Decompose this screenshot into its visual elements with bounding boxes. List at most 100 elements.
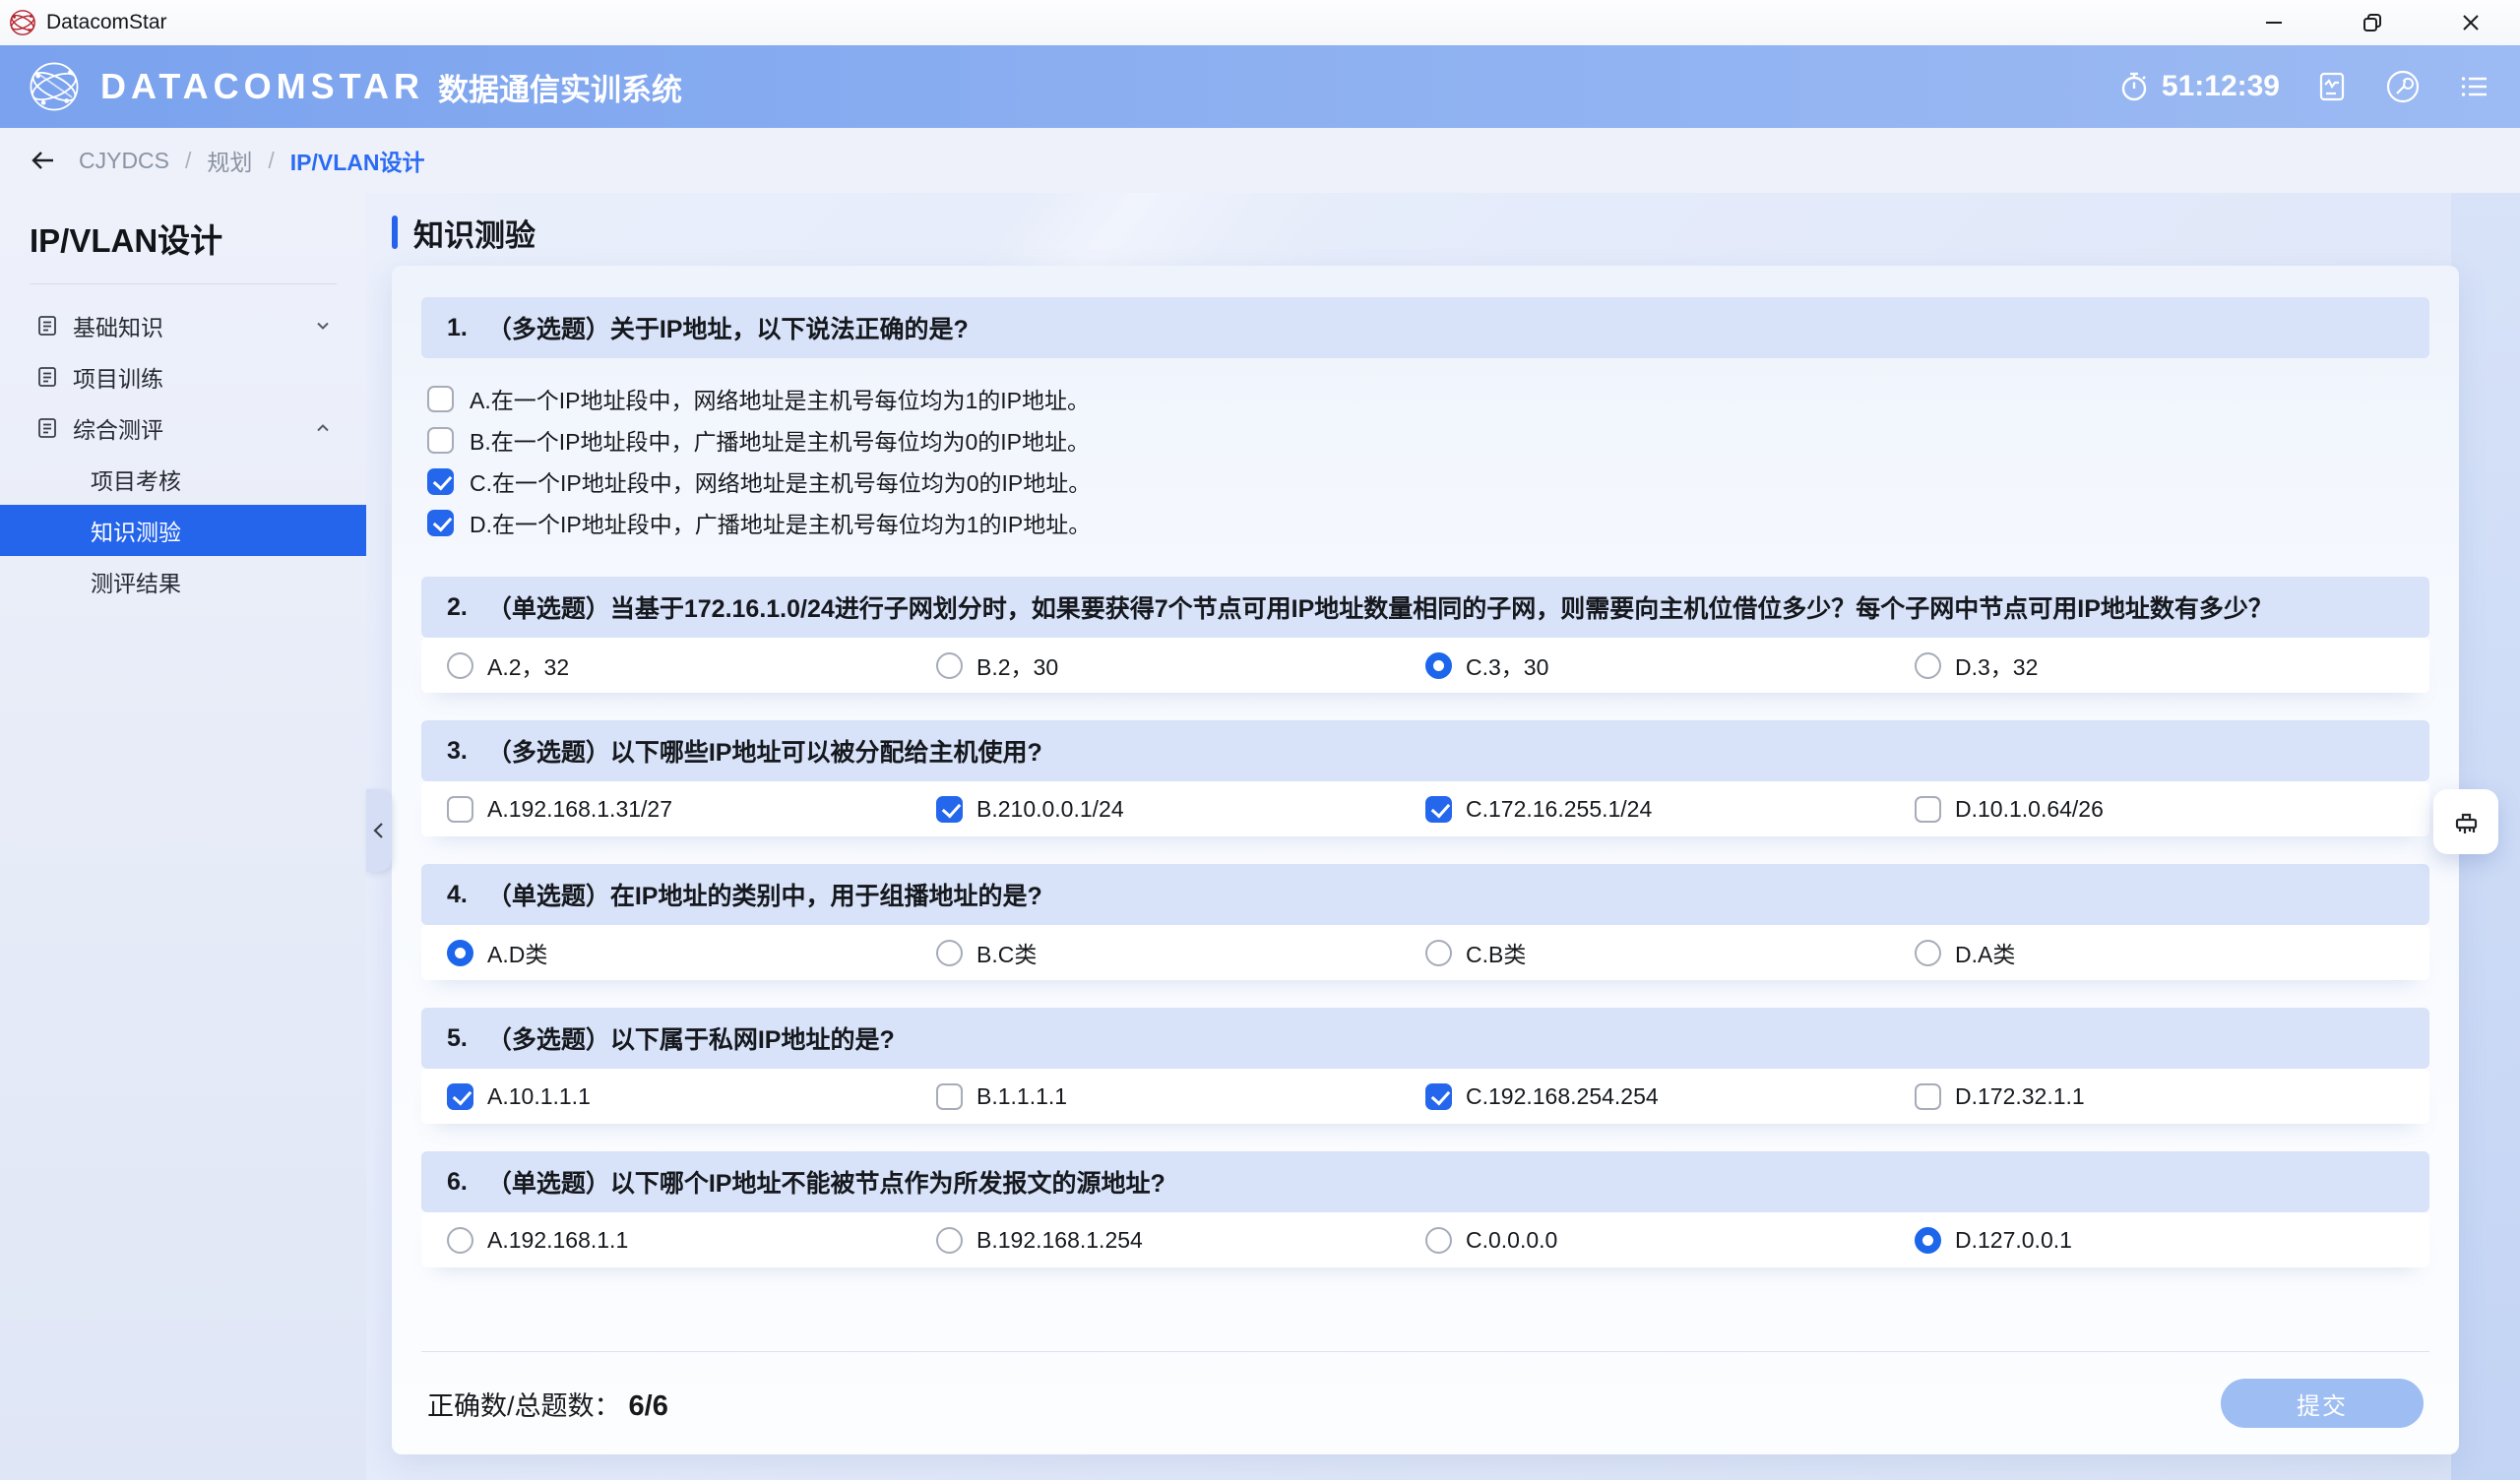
minimize-button[interactable]: [2225, 0, 2323, 45]
quiz-option[interactable]: C.0.0.0.0: [1425, 1227, 1915, 1254]
sidebar-item-label: 基础知识: [73, 309, 163, 342]
checkbox-checked-icon[interactable]: [427, 510, 454, 536]
quiz-option[interactable]: D.10.1.0.64/26: [1915, 796, 2404, 823]
option-list: A.192.168.1.1B.192.168.1.254 C.0.0.0.0 D.1…: [421, 1212, 2429, 1267]
radio-checked-icon[interactable]: [1915, 1227, 1941, 1254]
radio-checked-icon[interactable]: [1425, 652, 1452, 679]
question-list: 1.（多选题）关于IP地址，以下说法正确的是?A.在一个IP地址段中，网络地址是…: [421, 297, 2429, 1295]
window-title: DatacomStar: [46, 11, 167, 34]
question-block: 6.（单选题）以下哪个IP地址不能被节点作为所发报文的源地址?A.192.168…: [421, 1151, 2429, 1267]
radio-icon[interactable]: [936, 940, 963, 966]
checkbox-icon[interactable]: [1915, 1083, 1941, 1110]
content-area: 知识测验 1.（多选题）关于IP地址，以下说法正确的是?A.在一个IP地址段中，…: [366, 193, 2520, 1480]
sidebar-collapse-handle[interactable]: [366, 789, 392, 872]
option-label: D.在一个IP地址段中，广播地址是主机号每位均为1的IP地址。: [470, 506, 1091, 539]
submit-button[interactable]: 提交: [2221, 1379, 2424, 1428]
sidebar-item-label: 知识测验: [91, 514, 181, 547]
question-number: 4.: [447, 881, 468, 909]
quiz-option[interactable]: A.2，32: [447, 648, 936, 682]
quiz-option[interactable]: D.A类: [1915, 936, 2404, 969]
quiz-option[interactable]: A.192.168.1.1: [447, 1227, 936, 1254]
tools-button[interactable]: [2384, 68, 2422, 105]
sidebar-item-label: 综合测评: [73, 411, 163, 445]
quiz-option[interactable]: B.192.168.1.254: [936, 1227, 1425, 1254]
clear-answers-button[interactable]: [2433, 789, 2498, 854]
option-list: A.在一个IP地址段中，网络地址是主机号每位均为1的IP地址。 B.在一个IP地址…: [421, 358, 2429, 549]
report-button[interactable]: [2315, 70, 2349, 103]
option-list: A.2，32B.2，30C.3，30D.3，32: [421, 638, 2429, 693]
back-button[interactable]: [30, 147, 57, 174]
radio-icon[interactable]: [1425, 1227, 1452, 1254]
checkbox-checked-icon[interactable]: [1425, 1083, 1452, 1110]
radio-icon[interactable]: [447, 652, 473, 679]
minimize-icon: [2263, 12, 2285, 33]
quiz-option[interactable]: C.B类: [1425, 936, 1915, 969]
sidebar-item-assessment-results[interactable]: 测评结果: [0, 556, 366, 607]
checkbox-icon[interactable]: [1915, 796, 1941, 823]
breadcrumb-separator: /: [268, 148, 274, 174]
option-label: A.192.168.1.31/27: [487, 796, 672, 823]
product-name: 数据通信实训系统: [438, 65, 682, 109]
menu-button[interactable]: [2457, 69, 2492, 104]
checkbox-icon[interactable]: [447, 796, 473, 823]
quiz-option[interactable]: A.10.1.1.1: [447, 1083, 936, 1110]
sidebar-item-project-training[interactable]: 项目训练: [0, 351, 366, 402]
close-button[interactable]: [2422, 0, 2520, 45]
breadcrumb-item[interactable]: CJYDCS: [79, 148, 169, 174]
option-label: B.在一个IP地址段中，广播地址是主机号每位均为0的IP地址。: [470, 423, 1090, 457]
question-header: 5.（多选题）以下属于私网IP地址的是?: [421, 1008, 2429, 1069]
breadcrumb-separator: /: [185, 148, 191, 174]
quiz-option[interactable]: A.在一个IP地址段中，网络地址是主机号每位均为1的IP地址。: [427, 378, 2424, 419]
option-label: C.0.0.0.0: [1466, 1227, 1557, 1254]
quiz-option[interactable]: C.3，30: [1425, 648, 1915, 682]
quiz-option[interactable]: A.D类: [447, 936, 936, 969]
sidebar-item-project-exam[interactable]: 项目考核: [0, 454, 366, 505]
quiz-option[interactable]: D.3，32: [1915, 648, 2404, 682]
radio-icon[interactable]: [936, 652, 963, 679]
report-icon: [2315, 70, 2349, 103]
quiz-card: 1.（多选题）关于IP地址，以下说法正确的是?A.在一个IP地址段中，网络地址是…: [392, 266, 2459, 1454]
panel-title-text: 知识测验: [413, 211, 536, 255]
quiz-option[interactable]: B.2，30: [936, 648, 1425, 682]
maximize-button[interactable]: [2323, 0, 2422, 45]
breadcrumb-item[interactable]: 规划: [207, 144, 252, 177]
checkbox-checked-icon[interactable]: [936, 796, 963, 823]
sidebar-item-comprehensive-assessment[interactable]: 综合测评: [0, 402, 366, 454]
radio-icon[interactable]: [1915, 940, 1941, 966]
breadcrumb-item-current[interactable]: IP/VLAN设计: [290, 144, 425, 177]
checkbox-checked-icon[interactable]: [1425, 796, 1452, 823]
stopwatch-icon: [2118, 71, 2150, 102]
option-label: C.B类: [1466, 936, 1526, 969]
question-header: 6.（单选题）以下哪个IP地址不能被节点作为所发报文的源地址?: [421, 1151, 2429, 1212]
sidebar-item-label: 项目考核: [91, 462, 181, 496]
quiz-option[interactable]: B.1.1.1.1: [936, 1083, 1425, 1110]
checkbox-icon[interactable]: [427, 427, 454, 454]
quiz-option[interactable]: D.在一个IP地址段中，广播地址是主机号每位均为1的IP地址。: [427, 502, 2424, 543]
quiz-option[interactable]: D.127.0.0.1: [1915, 1227, 2404, 1254]
quiz-option[interactable]: B.在一个IP地址段中，广播地址是主机号每位均为0的IP地址。: [427, 419, 2424, 461]
radio-checked-icon[interactable]: [447, 940, 473, 966]
checkbox-icon[interactable]: [936, 1083, 963, 1110]
quiz-option[interactable]: C.192.168.254.254: [1425, 1083, 1915, 1110]
score-label: 正确数/总题数：: [427, 1391, 621, 1421]
radio-icon[interactable]: [1425, 940, 1452, 966]
checkbox-checked-icon[interactable]: [427, 468, 454, 495]
quiz-option[interactable]: C.172.16.255.1/24: [1425, 796, 1915, 823]
sidebar-item-basic-knowledge[interactable]: 基础知识: [0, 300, 366, 351]
radio-icon[interactable]: [936, 1227, 963, 1254]
radio-icon[interactable]: [1915, 652, 1941, 679]
sidebar-item-knowledge-quiz[interactable]: 知识测验: [0, 505, 366, 556]
menu-list-icon: [2457, 69, 2492, 104]
option-list: A.10.1.1.1B.1.1.1.1C.192.168.254.254D.17…: [421, 1069, 2429, 1124]
quiz-option[interactable]: B.C类: [936, 936, 1425, 969]
quiz-option[interactable]: A.192.168.1.31/27: [447, 796, 936, 823]
sidebar-divider: [30, 283, 337, 284]
checkbox-icon[interactable]: [427, 386, 454, 412]
quiz-option[interactable]: B.210.0.0.1/24: [936, 796, 1425, 823]
quiz-option[interactable]: D.172.32.1.1: [1915, 1083, 2404, 1110]
quiz-option[interactable]: C.在一个IP地址段中，网络地址是主机号每位均为0的IP地址。: [427, 461, 2424, 502]
radio-icon[interactable]: [447, 1227, 473, 1254]
main-area: IP/VLAN设计 基础知识 项目训练 综合测评: [0, 193, 2520, 1480]
question-title: （多选题）以下属于私网IP地址的是?: [487, 1020, 895, 1056]
checkbox-checked-icon[interactable]: [447, 1083, 473, 1110]
